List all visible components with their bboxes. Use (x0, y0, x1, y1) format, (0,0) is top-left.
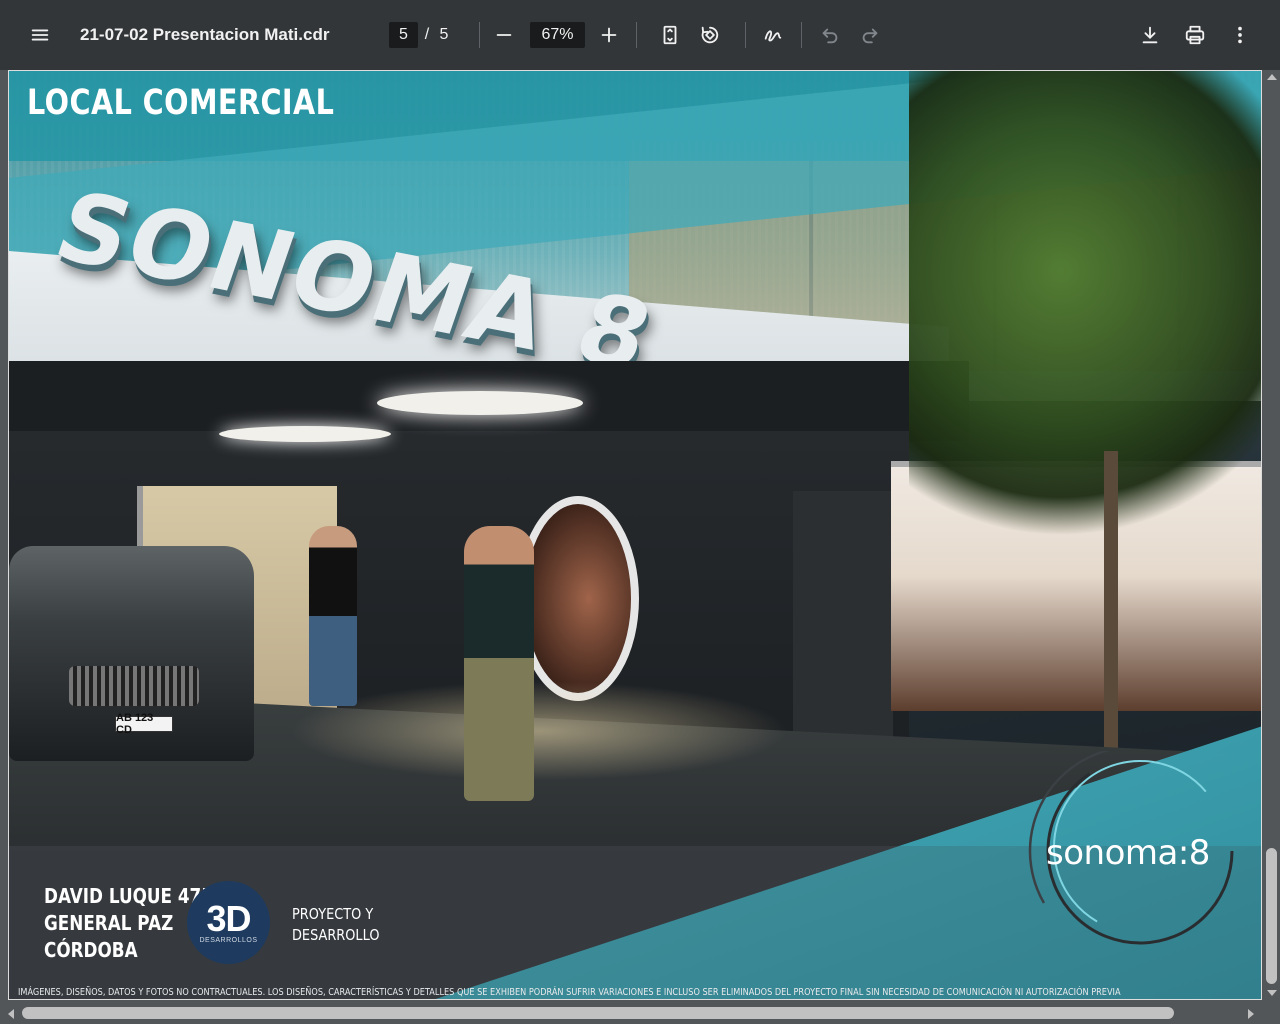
toolbar-divider (745, 22, 746, 48)
tree-trunk (1104, 451, 1118, 791)
tree (909, 71, 1261, 571)
scroll-left-arrow-icon[interactable] (6, 1008, 16, 1020)
disclaimer-text: IMÁGENES, DISEÑOS, DATOS Y FOTOS NO CONT… (18, 987, 1121, 998)
menu-icon[interactable] (24, 19, 56, 51)
developer-logo-main: 3D (206, 898, 251, 939)
person (309, 526, 357, 706)
vertical-scroll-thumb[interactable] (1266, 848, 1277, 984)
pdf-viewer[interactable]: SONOMA 8 AB 123 CD LOCAL COMERCIAL DAVID… (0, 70, 1280, 1024)
toolbar-divider (479, 22, 480, 48)
page-total: 5 (439, 26, 449, 43)
address-line: CÓRDOBA (44, 938, 138, 962)
print-icon[interactable] (1179, 19, 1211, 51)
more-vertical-icon[interactable] (1224, 19, 1256, 51)
scroll-down-arrow-icon[interactable] (1266, 988, 1278, 998)
plus-icon[interactable] (593, 19, 625, 51)
page-separator: / (424, 26, 430, 43)
rotate-icon[interactable] (694, 19, 726, 51)
page-number-input[interactable]: 5 (389, 22, 418, 48)
page-heading: LOCAL COMERCIAL (27, 83, 335, 123)
developer-logo-sub: DESARROLLOS (199, 937, 258, 944)
toolbar-divider (801, 22, 802, 48)
floor-light (289, 681, 789, 781)
developer-logo: 3D DESARROLLOS (187, 881, 270, 964)
zoom-level-input[interactable]: 67% (530, 22, 585, 48)
car-grille (69, 666, 199, 706)
draw-icon[interactable] (757, 19, 789, 51)
developer-text-line: PROYECTO Y (292, 905, 374, 923)
address-line: DAVID LUQUE 475 (44, 884, 213, 908)
fit-page-icon[interactable] (654, 19, 686, 51)
redo-icon[interactable] (854, 19, 886, 51)
minus-icon[interactable] (488, 19, 520, 51)
toolbar-divider (636, 22, 637, 48)
license-plate: AB 123 CD (115, 712, 173, 736)
developer-text: PROYECTO Y DESARROLLO (292, 904, 379, 946)
download-icon[interactable] (1134, 19, 1166, 51)
undo-icon[interactable] (814, 19, 846, 51)
pdf-page: SONOMA 8 AB 123 CD LOCAL COMERCIAL DAVID… (8, 70, 1262, 1000)
person (464, 526, 534, 801)
brand-logo-text: sonoma:8 (1046, 833, 1210, 873)
pdf-toolbar: 21-07-02 Presentacion Mati.cdr 5 / 5 67% (0, 0, 1280, 70)
column (793, 491, 893, 771)
scroll-right-arrow-icon[interactable] (1246, 1008, 1256, 1020)
ceiling-light (219, 426, 391, 442)
scrollbar-corner (1264, 1002, 1280, 1024)
horizontal-scroll-thumb[interactable] (22, 1007, 1174, 1019)
round-window (517, 496, 639, 701)
document-title: 21-07-02 Presentacion Mati.cdr (80, 25, 330, 44)
scroll-up-arrow-icon[interactable] (1266, 72, 1278, 82)
ceiling-light (377, 391, 583, 415)
developer-text-line: DESARROLLO (292, 926, 380, 944)
